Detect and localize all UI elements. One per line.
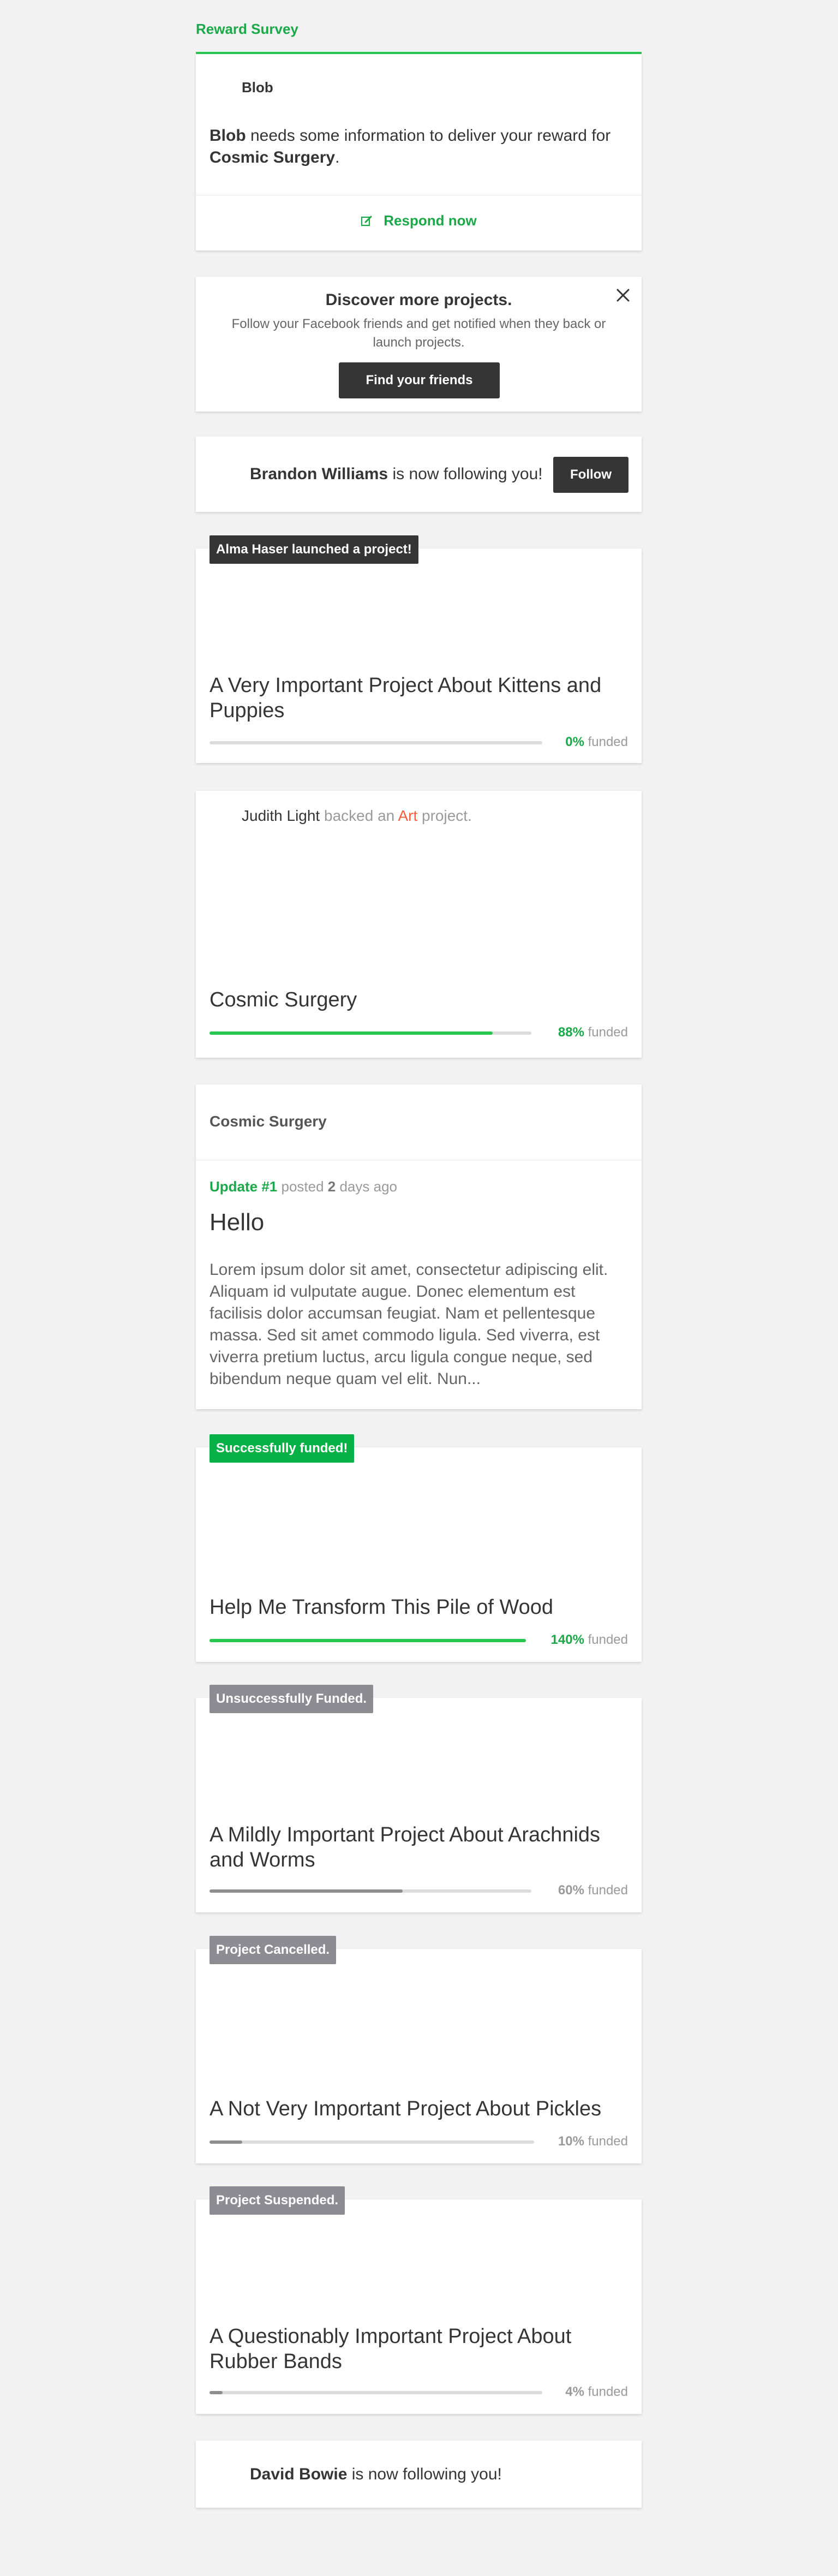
find-friends-button[interactable]: Find your friends: [339, 362, 500, 398]
update-title[interactable]: Hello: [210, 1209, 264, 1236]
discover-title: Discover more projects.: [325, 291, 512, 309]
backed-message: Judith Light backed an Art project.: [242, 807, 472, 824]
update-project-name[interactable]: Cosmic Surgery: [210, 1113, 327, 1130]
project-title[interactable]: A Questionably Important Project About R…: [210, 2324, 624, 2374]
project-title[interactable]: Help Me Transform This Pile of Wood: [210, 1595, 624, 1620]
funding-percent: 4% funded: [565, 2384, 628, 2399]
funding-percent: 0% funded: [565, 735, 628, 749]
status-badge: Project Cancelled.: [210, 1936, 337, 1964]
project-card[interactable]: Alma Haser launched a project! A Very Im…: [196, 535, 642, 763]
update-meta: Update #1 posted 2 days ago: [210, 1178, 397, 1195]
follower-card: David Bowie is now following you!: [196, 2441, 642, 2508]
funding-progress-bar: [210, 2140, 534, 2144]
funding-percent: 140% funded: [550, 1632, 628, 1647]
follower-text: is now following you!: [388, 465, 543, 483]
discover-projects-card: Discover more projects. Follow your Face…: [196, 277, 642, 412]
follower-message: David Bowie is now following you!: [250, 2465, 502, 2484]
activity-badge: Alma Haser launched a project!: [210, 535, 418, 564]
follow-button[interactable]: Follow: [553, 457, 628, 493]
follower-name[interactable]: Brandon Williams: [250, 465, 388, 483]
survey-creator-link[interactable]: Blob: [210, 127, 246, 145]
respond-now-button[interactable]: Respond now: [196, 212, 642, 229]
update-number: Update #1: [210, 1178, 278, 1195]
survey-project-link[interactable]: Cosmic Surgery: [210, 148, 335, 166]
funding-progress-fill: [210, 2391, 223, 2394]
project-card[interactable]: Project Cancelled. A Not Very Important …: [196, 1936, 642, 2163]
follower-message: Brandon Williams is now following you!: [250, 465, 543, 484]
creator-name[interactable]: Blob: [242, 79, 273, 96]
survey-message: Blob needs some information to deliver y…: [210, 125, 624, 169]
edit-icon: [361, 216, 372, 226]
category-link[interactable]: Art: [398, 807, 417, 824]
project-title[interactable]: A Mildly Important Project About Arachni…: [210, 1822, 624, 1873]
backer-name[interactable]: Judith Light: [242, 807, 320, 824]
funding-percent: 10% funded: [558, 2134, 628, 2149]
survey-message-end: .: [335, 148, 340, 166]
funding-progress-bar: [210, 741, 542, 744]
project-update-card[interactable]: Cosmic Surgery Update #1 posted 2 days a…: [196, 1084, 642, 1409]
discover-subtitle: Follow your Facebook friends and get not…: [231, 317, 606, 350]
funding-percent: 60% funded: [558, 1883, 628, 1898]
project-title[interactable]: A Not Very Important Project About Pickl…: [210, 2096, 624, 2121]
status-badge: Successfully funded!: [210, 1434, 355, 1463]
project-title[interactable]: Cosmic Surgery: [210, 987, 624, 1012]
follower-card: Brandon Williams is now following you! F…: [196, 437, 642, 512]
project-card[interactable]: Unsuccessfully Funded. A Mildly Importan…: [196, 1685, 642, 1912]
backed-activity-card[interactable]: Judith Light backed an Art project. Cosm…: [196, 791, 642, 1058]
funding-progress-bar: [210, 1889, 531, 1893]
follower-text: is now following you!: [347, 2465, 502, 2483]
update-body: Lorem ipsum dolor sit amet, consectetur …: [210, 1261, 608, 1388]
respond-now-label: Respond now: [384, 212, 477, 229]
project-card[interactable]: Successfully funded! Help Me Transform T…: [196, 1434, 642, 1662]
reward-survey-card: Blob Blob needs some information to deli…: [196, 54, 642, 251]
survey-header: Reward Survey: [196, 21, 298, 37]
status-badge: Unsuccessfully Funded.: [210, 1685, 374, 1713]
project-title[interactable]: A Very Important Project About Kittens a…: [210, 673, 624, 723]
funding-progress-fill: [210, 1889, 403, 1893]
funding-progress-bar: [210, 1639, 526, 1642]
close-icon[interactable]: [614, 287, 632, 304]
survey-message-text: needs some information to deliver your r…: [246, 127, 611, 145]
follower-name[interactable]: David Bowie: [250, 2465, 347, 2483]
project-card[interactable]: Project Suspended. A Questionably Import…: [196, 2186, 642, 2414]
funding-progress-bar: [210, 2391, 542, 2394]
funding-percent: 88% funded: [558, 1025, 628, 1040]
funding-progress-fill: [210, 2140, 242, 2144]
funding-progress-fill: [210, 1639, 526, 1642]
funding-progress-fill: [210, 1031, 493, 1035]
status-badge: Project Suspended.: [210, 2186, 345, 2215]
funding-progress-bar: [210, 1031, 531, 1035]
